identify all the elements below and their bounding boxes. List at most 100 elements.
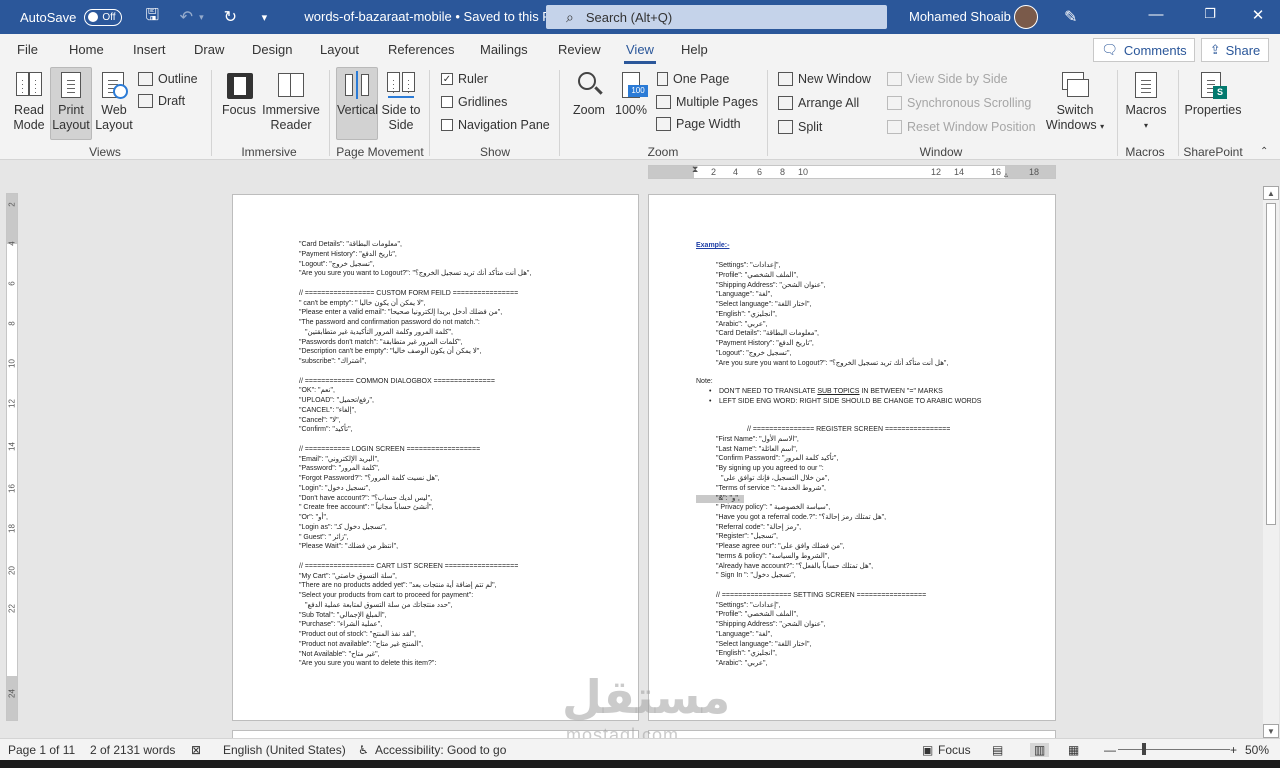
pen-icon[interactable]: ✎ <box>1064 7 1077 27</box>
indent-marker-icon[interactable]: ⧗ <box>692 164 698 175</box>
read-mode-button[interactable]: Read Mode <box>8 68 50 133</box>
focus-button[interactable]: Focus <box>220 68 258 118</box>
ruler-row: 2 4 6 8 10 12 14 16 18 ⧗ ▵ <box>0 160 1280 182</box>
zoom-level[interactable]: 50% <box>1245 743 1269 757</box>
note-link[interactable]: SUB TOPICS <box>817 388 859 395</box>
zoom-in-icon[interactable]: + <box>1230 743 1237 757</box>
user-name[interactable]: Mohamed Shoaib <box>909 9 1011 24</box>
zoom-100-button[interactable]: 100 100% <box>613 68 649 118</box>
switch-windows-chevron-icon: ▾ <box>1100 122 1105 131</box>
scroll-up-icon[interactable]: ▲ <box>1263 186 1279 200</box>
arrange-all-button[interactable]: Arrange All <box>778 96 859 110</box>
draft-icon <box>138 94 153 108</box>
read-mode-view-icon[interactable]: ▤ <box>992 743 1003 757</box>
comments-button[interactable]: 🗨 Comments <box>1093 38 1195 62</box>
side-to-side-button[interactable]: Side to Side <box>380 68 422 133</box>
vertical-scrollbar[interactable]: ▲ ▼ <box>1263 186 1279 738</box>
page-width-button[interactable]: Page Width <box>656 117 741 131</box>
redo-icon[interactable]: ↻ <box>220 7 240 27</box>
avatar[interactable] <box>1014 5 1038 29</box>
page-1[interactable]: "Card Details": "معلومات البطاقة", "Payme… <box>232 194 639 721</box>
synchronous-scrolling-button[interactable]: Synchronous Scrolling <box>887 96 1031 110</box>
page-count[interactable]: Page 1 of 11 <box>8 743 75 757</box>
view-side-by-side-label: View Side by Side <box>907 72 1008 86</box>
tab-draw[interactable]: Draw <box>194 42 224 57</box>
one-page-button[interactable]: One Page <box>657 72 729 86</box>
print-layout-view-icon[interactable]: ▥ <box>1030 743 1050 757</box>
magnifier-icon <box>574 70 604 100</box>
comment-icon: 🗨 <box>1101 42 1118 57</box>
accessibility-status[interactable]: Accessibility: Good to go <box>375 743 506 757</box>
navigation-pane-checkbox[interactable]: Navigation Pane <box>441 118 550 132</box>
web-layout-view-icon[interactable]: ▦ <box>1068 743 1079 757</box>
collapse-ribbon-icon[interactable]: ⌃ <box>1260 146 1268 157</box>
macros-button[interactable]: Macros ▾ <box>1122 68 1170 133</box>
undo-dropdown-icon[interactable]: ▾ <box>196 12 206 23</box>
ruler-number: 8 <box>780 167 786 177</box>
document-line: "Profile": "الملف الشخصي", <box>716 611 799 619</box>
proofing-icon[interactable]: ⊠ <box>191 743 201 757</box>
draft-button[interactable]: Draft <box>138 94 185 108</box>
document-line: "Card Details": "معلومات البطاقة", <box>716 330 819 338</box>
multiple-pages-button[interactable]: Multiple Pages <box>656 95 758 109</box>
divider <box>329 70 330 156</box>
tab-insert[interactable]: Insert <box>133 42 166 57</box>
new-window-button[interactable]: New Window <box>778 72 871 86</box>
minimize-icon[interactable]: — <box>1146 6 1166 23</box>
scroll-down-icon[interactable]: ▼ <box>1263 724 1279 738</box>
zoom-slider[interactable] <box>1118 743 1230 755</box>
focus-mode-button[interactable]: Focus <box>938 743 971 757</box>
vruler-number: 6 <box>7 281 17 286</box>
outline-button[interactable]: Outline <box>138 72 198 86</box>
language-status[interactable]: English (United States) <box>223 743 346 757</box>
vertical-label: Vertical <box>337 103 378 117</box>
tab-file[interactable]: File <box>17 42 38 57</box>
right-indent-marker-icon[interactable]: ▵ <box>1004 170 1008 179</box>
print-layout-button[interactable]: Print Layout <box>50 67 92 140</box>
document-line: "Product out of stock": "لقد نفذ المنتج"… <box>299 631 416 638</box>
share-button[interactable]: ⇪ Share <box>1201 38 1269 62</box>
divider <box>559 70 560 156</box>
page-2[interactable]: Example:- "Settings": "إعدادات", "Profile"… <box>648 194 1056 721</box>
document-line: "Payment History": "تاريخ الدفع", <box>716 340 814 347</box>
autosave-toggle[interactable]: Off <box>84 8 123 26</box>
horizontal-ruler[interactable]: 2 4 6 8 10 12 14 16 18 ⧗ ▵ <box>648 164 1056 179</box>
tab-references[interactable]: References <box>388 42 454 57</box>
undo-icon[interactable]: ↶ <box>176 7 196 27</box>
zoom-out-icon[interactable]: — <box>1104 743 1116 757</box>
document-name[interactable]: words-of-bazaraat-mobile • Saved to this… <box>304 9 575 25</box>
vertical-button[interactable]: Vertical <box>336 67 378 140</box>
reset-window-position-button[interactable]: Reset Window Position <box>887 120 1036 134</box>
save-icon[interactable]: 🖫 <box>142 4 162 31</box>
tab-layout[interactable]: Layout <box>320 42 359 57</box>
ruler-checkbox[interactable]: ✓ Ruler <box>441 72 488 86</box>
vruler-number: 20 <box>7 566 17 575</box>
macros-chevron-icon: ▾ <box>1143 121 1148 130</box>
document-line: "Last Name": "اسم العائلة", <box>716 445 798 453</box>
tab-help[interactable]: Help <box>681 42 708 57</box>
split-button[interactable]: Split <box>778 120 822 134</box>
close-icon[interactable]: ✕ <box>1248 6 1268 24</box>
web-layout-button[interactable]: Web Layout <box>94 68 134 133</box>
properties-button[interactable]: S Properties <box>1184 68 1242 118</box>
view-side-by-side-button[interactable]: View Side by Side <box>887 72 1008 86</box>
tab-home[interactable]: Home <box>69 42 104 57</box>
gridlines-checkbox[interactable]: Gridlines <box>441 95 507 109</box>
document-area[interactable]: "Card Details": "معلومات البطاقة", "Payme… <box>20 182 1262 738</box>
tab-design[interactable]: Design <box>252 42 292 57</box>
tab-mailings[interactable]: Mailings <box>480 42 528 57</box>
document-line: "Arabic": "عربي", <box>716 660 768 667</box>
scrollbar-thumb[interactable] <box>1266 203 1276 525</box>
customize-qat-icon[interactable]: ▾ <box>254 11 274 24</box>
vertical-ruler[interactable]: 2 4 6 8 10 12 14 16 18 20 22 24 <box>6 193 18 721</box>
zoom-button[interactable]: Zoom <box>568 68 610 118</box>
ruler-number: 10 <box>798 167 809 177</box>
tab-review[interactable]: Review <box>558 42 601 57</box>
immersive-reader-button[interactable]: Immersive Reader <box>260 68 322 133</box>
restore-icon[interactable]: ❐ <box>1200 6 1220 22</box>
zoom-slider-thumb[interactable] <box>1142 743 1146 755</box>
search-box[interactable]: ⌕ Search (Alt+Q) <box>546 5 887 29</box>
switch-windows-button[interactable]: Switch Windows ▾ <box>1042 68 1108 134</box>
word-count[interactable]: 2 of 2131 words <box>90 743 175 757</box>
tab-view[interactable]: View <box>624 42 656 64</box>
